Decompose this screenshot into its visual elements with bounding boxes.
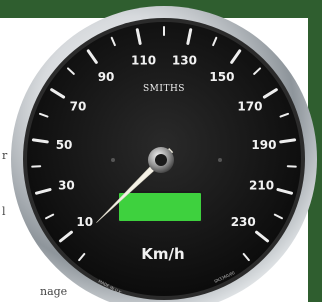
unit-label: Km/h — [141, 245, 184, 263]
brand-logo: SMITHS — [143, 84, 185, 94]
speedometer-gauge: 10 30 50 70 90 110 130 150 170 190 210 230 SMITHS K… — [11, 6, 317, 302]
scale-label-50: 50 — [56, 138, 73, 152]
scale-label-30: 30 — [58, 179, 75, 193]
right-screw — [218, 158, 222, 162]
scale-label-10: 10 — [76, 215, 93, 229]
scale-label-90: 90 — [98, 70, 115, 84]
scale-label-230: 230 — [231, 215, 256, 229]
left-screw — [111, 158, 115, 162]
scale-label-170: 170 — [237, 99, 262, 113]
scale-label-210: 210 — [249, 179, 274, 193]
scale-label-110: 110 — [131, 54, 156, 68]
scale-label-70: 70 — [70, 99, 87, 113]
hub-center — [155, 154, 167, 166]
scale-label-190: 190 — [251, 138, 276, 152]
scale-tick — [31, 138, 49, 144]
scale-label-130: 130 — [172, 54, 197, 68]
scale-label-150: 150 — [209, 70, 234, 84]
odometer-lcd-display — [117, 191, 203, 223]
scale-tick — [279, 138, 297, 144]
